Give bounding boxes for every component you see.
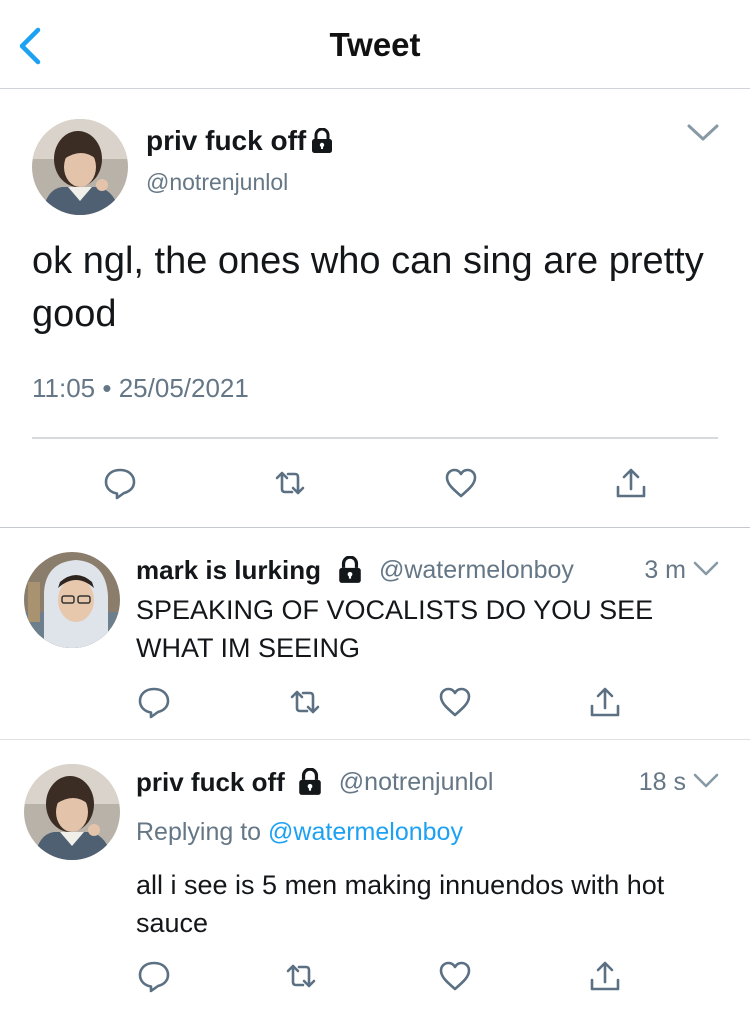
- tweet-time: 11:05: [32, 373, 96, 403]
- lock-icon: [339, 556, 361, 583]
- replying-prefix: Replying to: [136, 818, 262, 846]
- reply-tweet[interactable]: priv fuck off @notrenjunlol 18 s Replyin…: [0, 740, 750, 1016]
- divider: [32, 437, 718, 439]
- share-icon[interactable]: [613, 465, 649, 501]
- reply-time: 18 s: [638, 767, 686, 796]
- meta-separator: •: [102, 373, 112, 403]
- replying-to: Replying to @watermelonboy: [136, 818, 463, 847]
- author-display-name: priv fuck off: [146, 125, 307, 156]
- lock-icon: [312, 128, 333, 153]
- like-icon[interactable]: [443, 465, 479, 501]
- avatar[interactable]: [24, 552, 120, 648]
- reply-icon[interactable]: [136, 684, 172, 720]
- chevron-down-icon[interactable]: [692, 560, 720, 578]
- share-icon[interactable]: [587, 684, 623, 720]
- share-icon[interactable]: [587, 958, 623, 994]
- author-display-name: priv fuck off: [136, 766, 285, 797]
- chevron-down-icon[interactable]: [686, 123, 720, 143]
- reply-time: 3 m: [644, 555, 686, 584]
- author-name[interactable]: priv fuck off: [146, 125, 334, 157]
- tweet-actions: [0, 465, 750, 505]
- author-handle[interactable]: @notrenjunlol: [339, 768, 494, 797]
- main-tweet: priv fuck off @notrenjunlol ok ngl, the …: [0, 89, 750, 528]
- reply-icon[interactable]: [102, 465, 138, 501]
- author-handle[interactable]: @notrenjunlol: [146, 169, 288, 196]
- reply-icon[interactable]: [136, 958, 172, 994]
- avatar[interactable]: [32, 119, 128, 215]
- like-icon[interactable]: [437, 958, 473, 994]
- tweet-actions: [0, 684, 750, 724]
- retweet-icon[interactable]: [283, 958, 319, 994]
- mention-link[interactable]: @watermelonboy: [268, 818, 463, 846]
- page-title: Tweet: [329, 26, 421, 63]
- tweet-actions: [0, 958, 750, 998]
- reply-header: mark is lurking @watermelonboy 3 m: [136, 554, 734, 586]
- author-handle[interactable]: @watermelonboy: [379, 556, 574, 585]
- tweet-text: ok ngl, the ones who can sing are pretty…: [32, 240, 704, 335]
- chevron-down-icon[interactable]: [692, 772, 720, 790]
- author-name[interactable]: priv fuck off: [136, 767, 323, 798]
- retweet-icon[interactable]: [287, 684, 323, 720]
- avatar[interactable]: [24, 764, 120, 860]
- tweet-date: 25/05/2021: [118, 373, 249, 403]
- author-display-name: mark is lurking: [136, 554, 321, 585]
- navigation-bar: Tweet: [0, 0, 750, 89]
- like-icon[interactable]: [437, 684, 473, 720]
- reply-header: priv fuck off @notrenjunlol 18 s: [136, 766, 734, 798]
- tweet-text: all i see is 5 men making innuendos with…: [136, 870, 665, 938]
- tweet-text: SPEAKING OF VOCALISTS DO YOU SEE WHAT IM…: [136, 595, 654, 663]
- retweet-icon[interactable]: [272, 465, 308, 501]
- lock-icon: [299, 768, 321, 795]
- author-name[interactable]: mark is lurking: [136, 555, 363, 586]
- reply-tweet[interactable]: mark is lurking @watermelonboy 3 m SPEAK…: [0, 528, 750, 740]
- tweet-timestamp: 11:05 • 25/05/2021: [32, 373, 249, 404]
